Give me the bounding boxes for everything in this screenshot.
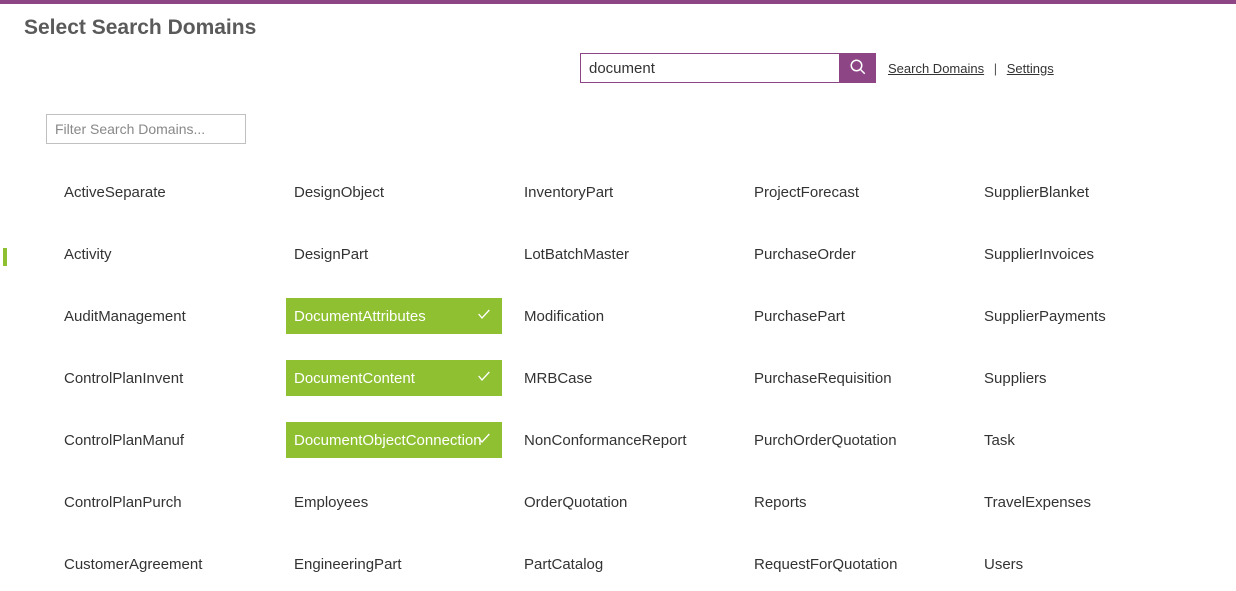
domain-item[interactable]: SupplierPayments [976, 298, 1196, 334]
domain-item[interactable]: EngineeringPart [286, 546, 506, 582]
domain-item-label: ActiveSeparate [64, 184, 166, 201]
domain-item[interactable]: Users [976, 546, 1196, 582]
domain-item-label: ProjectForecast [754, 184, 859, 201]
domain-item[interactable]: Reports [746, 484, 966, 520]
domains-grid: ActiveSeparate DesignObject InventoryPart P… [56, 174, 1236, 582]
domain-item[interactable]: ControlPlanManuf [56, 422, 276, 458]
domain-item-label: Activity [64, 246, 112, 263]
domain-item-label: DocumentContent [294, 370, 415, 387]
filter-input[interactable] [46, 114, 246, 144]
domain-item[interactable]: Activity [56, 236, 276, 272]
domain-item[interactable]: CustomerAgreement [56, 546, 276, 582]
domain-item[interactable]: Task [976, 422, 1196, 458]
domain-item[interactable]: PurchasePart [746, 298, 966, 334]
page-title: Select Search Domains [0, 4, 1236, 40]
domain-item-label: SupplierBlanket [984, 184, 1089, 201]
links-separator: | [994, 61, 997, 76]
domain-item[interactable]: Employees [286, 484, 506, 520]
domain-item-label: PurchaseOrder [754, 246, 856, 263]
filter-row [46, 114, 1236, 144]
check-icon [476, 368, 492, 388]
domain-item-label: RequestForQuotation [754, 556, 897, 573]
domain-item[interactable]: LotBatchMaster [516, 236, 736, 272]
search-group: Search Domains | Settings [580, 53, 1054, 83]
domain-item-label: MRBCase [524, 370, 592, 387]
domain-item[interactable]: DocumentContent [286, 360, 502, 396]
search-input[interactable] [580, 53, 840, 83]
search-icon [849, 58, 867, 79]
domain-item-label: ControlPlanInvent [64, 370, 183, 387]
domain-item-label: PurchasePart [754, 308, 845, 325]
domain-item-label: CustomerAgreement [64, 556, 202, 573]
domain-item[interactable]: ProjectForecast [746, 174, 966, 210]
domain-item-label: ControlPlanManuf [64, 432, 184, 449]
domain-item-label: SupplierPayments [984, 308, 1106, 325]
domain-item-label: NonConformanceReport [524, 432, 687, 449]
domain-item-label: LotBatchMaster [524, 246, 629, 263]
search-domains-link[interactable]: Search Domains [888, 61, 984, 76]
domain-item-label: Users [984, 556, 1023, 573]
domain-item[interactable]: DesignPart [286, 236, 506, 272]
domain-item[interactable]: DesignObject [286, 174, 506, 210]
domain-item-label: Employees [294, 494, 368, 511]
domain-item[interactable]: AuditManagement [56, 298, 276, 334]
check-icon [476, 306, 492, 326]
domain-item[interactable]: OrderQuotation [516, 484, 736, 520]
domain-item-label: InventoryPart [524, 184, 613, 201]
domain-item[interactable]: PurchaseRequisition [746, 360, 966, 396]
domain-item[interactable]: SupplierInvoices [976, 236, 1196, 272]
domain-item[interactable]: MRBCase [516, 360, 736, 396]
domain-item[interactable]: InventoryPart [516, 174, 736, 210]
domain-item-label: DesignPart [294, 246, 368, 263]
check-icon [476, 430, 492, 450]
settings-link[interactable]: Settings [1007, 61, 1054, 76]
domain-item[interactable]: Suppliers [976, 360, 1196, 396]
domain-item[interactable]: ActiveSeparate [56, 174, 276, 210]
domain-item[interactable]: PurchOrderQuotation [746, 422, 966, 458]
domain-item-label: PartCatalog [524, 556, 603, 573]
domain-item-label: TravelExpenses [984, 494, 1091, 511]
domain-item-label: Task [984, 432, 1015, 449]
domain-item-label: Suppliers [984, 370, 1047, 387]
domain-item[interactable]: RequestForQuotation [746, 546, 966, 582]
domain-item[interactable]: Modification [516, 298, 736, 334]
left-edge-marker [3, 248, 7, 266]
domain-item-label: PurchaseRequisition [754, 370, 892, 387]
search-button[interactable] [840, 53, 876, 83]
domain-item[interactable]: PurchaseOrder [746, 236, 966, 272]
domain-item-label: Modification [524, 308, 604, 325]
search-links: Search Domains | Settings [888, 61, 1054, 76]
domain-item-label: Reports [754, 494, 807, 511]
domain-item-label: AuditManagement [64, 308, 186, 325]
domain-item-label: EngineeringPart [294, 556, 402, 573]
domain-item[interactable]: SupplierBlanket [976, 174, 1196, 210]
domain-item-label: PurchOrderQuotation [754, 432, 897, 449]
domain-item-label: DocumentObjectConnection [294, 432, 482, 449]
domain-item-label: SupplierInvoices [984, 246, 1094, 263]
domain-item[interactable]: NonConformanceReport [516, 422, 736, 458]
domain-item[interactable]: DocumentObjectConnection [286, 422, 502, 458]
domain-item[interactable]: PartCatalog [516, 546, 736, 582]
domain-item-label: DocumentAttributes [294, 308, 426, 325]
domain-item[interactable]: ControlPlanPurch [56, 484, 276, 520]
domain-item-label: OrderQuotation [524, 494, 627, 511]
domain-item[interactable]: DocumentAttributes [286, 298, 502, 334]
domain-item-label: DesignObject [294, 184, 384, 201]
domain-item[interactable]: ControlPlanInvent [56, 360, 276, 396]
domain-item-label: ControlPlanPurch [64, 494, 182, 511]
domain-item[interactable]: TravelExpenses [976, 484, 1196, 520]
